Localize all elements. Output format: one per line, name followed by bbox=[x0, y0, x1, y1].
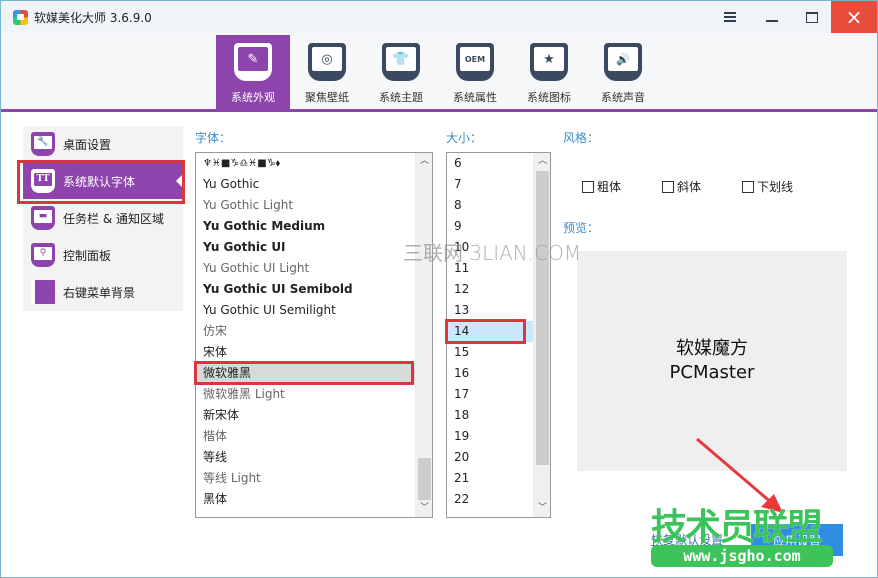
app-window: 软媒美化大师 3.6.9.0 × ✎ 系统外观 ◎ 聚焦壁纸 👕 系统主题 OE… bbox=[0, 0, 878, 578]
arrow-shaft bbox=[696, 437, 774, 506]
watermark-jsgho-title: 技术员联盟 bbox=[651, 507, 823, 548]
watermark-jsgho: 技术员联盟 www.jsgho.com bbox=[651, 509, 841, 567]
annotation-arrow-icon bbox=[696, 437, 783, 513]
watermark-jsgho-url: www.jsgho.com bbox=[651, 545, 833, 567]
